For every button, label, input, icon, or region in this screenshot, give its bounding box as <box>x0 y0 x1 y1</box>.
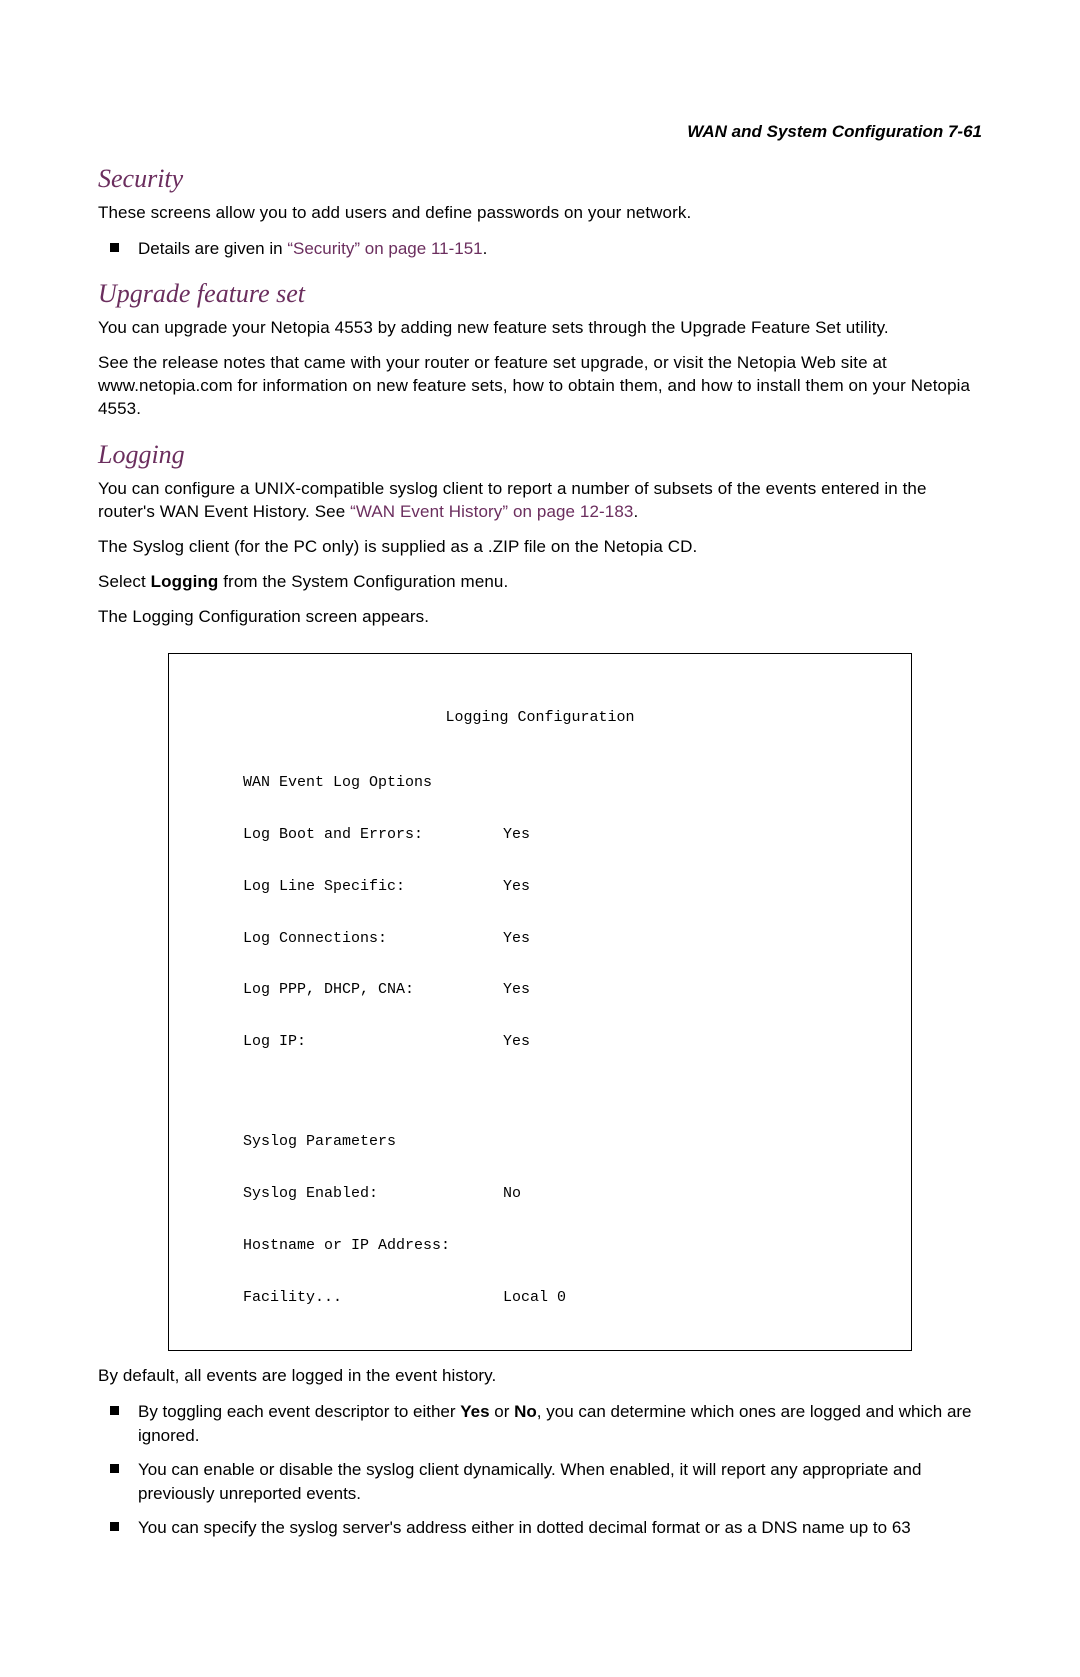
terminal-label: Log Line Specific: <box>199 878 503 895</box>
logging-paragraph-4: The Logging Configuration screen appears… <box>98 606 982 629</box>
terminal-row: Log Boot and Errors:Yes <box>199 826 881 843</box>
logging-bullet-list: By toggling each event descriptor to eit… <box>110 1400 982 1539</box>
text: . <box>483 239 488 258</box>
logging-bullet-3: You can specify the syslog server's addr… <box>110 1516 982 1540</box>
terminal-row: Log Connections:Yes <box>199 930 881 947</box>
terminal-row: Log PPP, DHCP, CNA:Yes <box>199 981 881 998</box>
text: Details are given in <box>138 239 287 258</box>
terminal-title: Logging Configuration <box>199 709 881 726</box>
running-header: WAN and System Configuration 7-61 <box>98 122 982 142</box>
terminal-label: Log IP: <box>199 1033 503 1050</box>
heading-security: Security <box>98 164 982 194</box>
heading-logging: Logging <box>98 440 982 470</box>
terminal-section-wan: WAN Event Log Options <box>199 774 881 791</box>
terminal-logging-configuration: Logging Configuration WAN Event Log Opti… <box>168 653 912 1351</box>
security-paragraph: These screens allow you to add users and… <box>98 202 982 225</box>
terminal-value: Yes <box>503 826 530 843</box>
terminal-value: No <box>503 1185 521 1202</box>
text: . <box>633 502 638 521</box>
text: By toggling each event descriptor to eit… <box>138 1402 460 1421</box>
bold-yes: Yes <box>460 1402 489 1421</box>
terminal-label: Hostname or IP Address: <box>199 1237 503 1254</box>
terminal-label: Log Boot and Errors: <box>199 826 503 843</box>
logging-after-paragraph: By default, all events are logged in the… <box>98 1365 982 1388</box>
upgrade-paragraph-1: You can upgrade your Netopia 4553 by add… <box>98 317 982 340</box>
security-bullet-1: Details are given in “Security” on page … <box>110 237 982 261</box>
terminal-value: Yes <box>503 1033 530 1050</box>
logging-bullet-2: You can enable or disable the syslog cli… <box>110 1458 982 1506</box>
heading-upgrade: Upgrade feature set <box>98 279 982 309</box>
terminal-row: Syslog Enabled:No <box>199 1185 881 1202</box>
logging-paragraph-3: Select Logging from the System Configura… <box>98 571 982 594</box>
text: from the System Configuration menu. <box>218 572 508 591</box>
text: Select <box>98 572 151 591</box>
terminal-value: Local 0 <box>503 1289 566 1306</box>
terminal-row: Hostname or IP Address: <box>199 1237 881 1254</box>
terminal-label: Facility... <box>199 1289 503 1306</box>
security-bullet-list: Details are given in “Security” on page … <box>110 237 982 261</box>
link-security-xref[interactable]: “Security” on page 11-151 <box>287 239 482 258</box>
logging-paragraph-1: You can configure a UNIX-compatible sysl… <box>98 478 982 524</box>
terminal-label: Log Connections: <box>199 930 503 947</box>
logging-bullet-1: By toggling each event descriptor to eit… <box>110 1400 982 1448</box>
terminal-section-syslog: Syslog Parameters <box>199 1133 881 1150</box>
link-wan-event-history-xref[interactable]: “WAN Event History” on page 12-183 <box>350 502 633 521</box>
text: or <box>490 1402 515 1421</box>
terminal-row: Log IP:Yes <box>199 1033 881 1050</box>
logging-paragraph-2: The Syslog client (for the PC only) is s… <box>98 536 982 559</box>
terminal-value: Yes <box>503 878 530 895</box>
terminal-row: Facility...Local 0 <box>199 1289 881 1306</box>
document-page: WAN and System Configuration 7-61 Securi… <box>0 0 1080 1677</box>
upgrade-paragraph-2: See the release notes that came with you… <box>98 352 982 421</box>
bold-no: No <box>514 1402 537 1421</box>
terminal-row: Log Line Specific:Yes <box>199 878 881 895</box>
terminal-label: Syslog Enabled: <box>199 1185 503 1202</box>
terminal-label: Log PPP, DHCP, CNA: <box>199 981 503 998</box>
terminal-value: Yes <box>503 981 530 998</box>
logging-bold-term: Logging <box>151 572 219 591</box>
terminal-value: Yes <box>503 930 530 947</box>
